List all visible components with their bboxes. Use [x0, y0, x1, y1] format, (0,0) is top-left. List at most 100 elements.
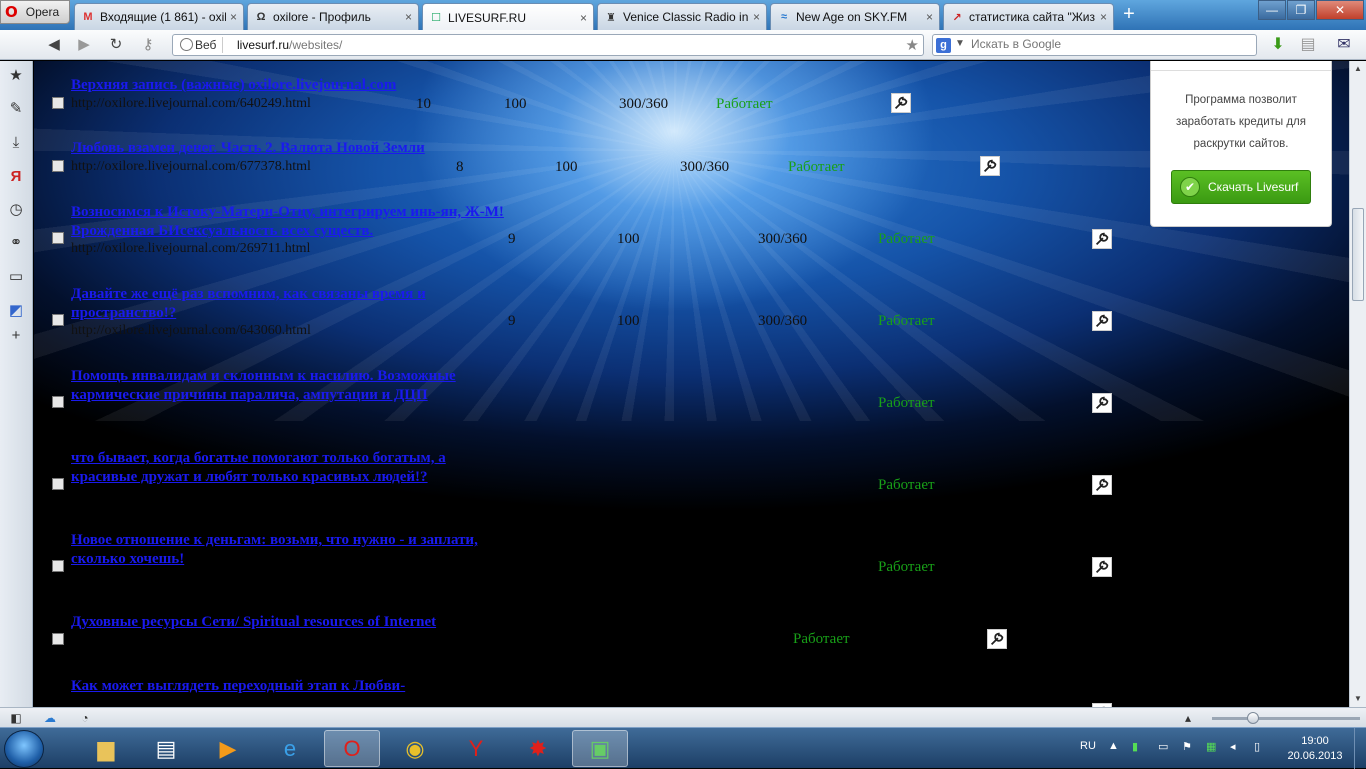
- site-title-link[interactable]: Как может выглядеть переходный этап к Лю…: [71, 677, 511, 696]
- value-c: 300/360: [680, 159, 730, 175]
- show-desktop-button[interactable]: [1354, 728, 1366, 769]
- tab-close-icon[interactable]: ×: [1100, 10, 1107, 24]
- notes-icon[interactable]: ✎: [6, 99, 26, 119]
- chrome-icon[interactable]: ◉: [387, 730, 443, 767]
- wrench-icon[interactable]: [987, 629, 1007, 649]
- language-indicator[interactable]: RU: [1080, 740, 1096, 752]
- page-icon[interactable]: ▤: [1298, 35, 1318, 55]
- minimize-button[interactable]: —: [1258, 0, 1286, 20]
- row-checkbox[interactable]: [52, 633, 64, 645]
- tab-livesurf[interactable]: ☐ LIVESURF.RU ×: [422, 3, 594, 31]
- wrench-icon[interactable]: [1092, 393, 1112, 413]
- tab-close-icon[interactable]: ×: [230, 10, 237, 24]
- close-window-button[interactable]: ✕: [1316, 0, 1364, 20]
- panel-toggle-icon[interactable]: ◧: [8, 710, 24, 726]
- page-view-icon[interactable]: ▴: [1180, 710, 1196, 726]
- power-icon[interactable]: ▯: [1254, 740, 1260, 753]
- site-title-link[interactable]: Любовь взамен денег. Часть 2. Валюта Нов…: [71, 139, 511, 158]
- notepad-icon[interactable]: ▤: [138, 730, 194, 767]
- back-icon[interactable]: ◀: [44, 36, 64, 54]
- chevron-down-icon[interactable]: ▼: [955, 38, 965, 49]
- site-title-link[interactable]: Верхняя запись (важные) oxilore.livejour…: [71, 76, 511, 95]
- key-icon[interactable]: ⚷: [138, 36, 158, 54]
- web-badge[interactable]: Веб: [177, 37, 224, 53]
- yandex-browser-icon[interactable]: Y: [448, 730, 504, 767]
- row-checkbox[interactable]: [52, 560, 64, 572]
- wrench-icon[interactable]: [891, 93, 911, 113]
- scroll-up-icon[interactable]: ▲: [1350, 61, 1366, 77]
- network-icon[interactable]: ▮: [1132, 740, 1138, 753]
- opera-unite-cloud-icon[interactable]: ☁: [42, 710, 58, 726]
- bookmark-star-icon[interactable]: ★: [906, 36, 919, 54]
- new-tab-button[interactable]: +: [1118, 4, 1140, 25]
- row-checkbox[interactable]: [52, 160, 64, 172]
- start-button[interactable]: [4, 730, 44, 768]
- tab-close-icon[interactable]: ×: [580, 11, 587, 25]
- site-title-link[interactable]: Новое отношение к деньгам: возьми, что н…: [71, 531, 511, 569]
- wrench-icon[interactable]: [1092, 475, 1112, 495]
- site-title-link[interactable]: Возносимся к Истоку-Матери-Отцу, интегри…: [71, 203, 511, 241]
- security-icon[interactable]: ▦: [1206, 740, 1216, 753]
- vertical-scrollbar[interactable]: ▲ ▼: [1349, 61, 1366, 707]
- tab-gmail[interactable]: M Входящие (1 861) - oxil... ×: [74, 3, 244, 30]
- tab-close-icon[interactable]: ×: [926, 10, 933, 24]
- download-livesurf-button[interactable]: ✔ Скачать Livesurf: [1171, 170, 1311, 204]
- row-checkbox[interactable]: [52, 478, 64, 490]
- wrench-icon[interactable]: [980, 156, 1000, 176]
- site-url: http://oxilore.livejournal.com/269711.ht…: [71, 241, 311, 256]
- site-title-link[interactable]: Духовные ресурсы Сети/ Spiritual resourc…: [71, 613, 531, 632]
- forward-icon[interactable]: ▶: [74, 36, 94, 54]
- explorer-folder-icon[interactable]: ▆: [78, 730, 134, 767]
- google-icon: g: [936, 38, 951, 53]
- wrench-icon[interactable]: [1092, 557, 1112, 577]
- media-player-icon[interactable]: ▶: [200, 730, 256, 767]
- opera-menu-button[interactable]: O Opera: [0, 0, 70, 24]
- tab-close-icon[interactable]: ×: [753, 10, 760, 24]
- download-icon[interactable]: ⬇: [1268, 35, 1288, 55]
- opera-taskbar-icon[interactable]: O: [324, 730, 380, 767]
- tab-skyfm[interactable]: ≈ New Age on SKY.FM ×: [770, 3, 940, 30]
- site-title-link[interactable]: Давайте же ещё раз вспомним, как связаны…: [71, 285, 511, 323]
- yandex-icon[interactable]: Я: [6, 167, 26, 187]
- widget-icon[interactable]: ◩: [6, 301, 26, 321]
- speed-dial-icon[interactable]: ◔: [77, 710, 93, 726]
- display-icon[interactable]: ▭: [1158, 740, 1168, 753]
- maximize-button[interactable]: ❐: [1287, 0, 1315, 20]
- monitor-app-icon[interactable]: ▣: [572, 730, 628, 767]
- url-field[interactable]: Веб livesurf.ru/websites/ ★: [172, 34, 924, 56]
- mail-icon[interactable]: ✉: [1334, 35, 1354, 55]
- row-checkbox[interactable]: [52, 232, 64, 244]
- search-field[interactable]: g ▼: [932, 34, 1257, 56]
- bookmarks-star-icon[interactable]: ★: [6, 66, 26, 86]
- site-title-link[interactable]: что бывает, когда богатые помогают тольк…: [71, 449, 511, 487]
- reload-icon[interactable]: ↻: [106, 36, 126, 54]
- links-icon[interactable]: ⚭: [6, 233, 26, 253]
- wrench-icon[interactable]: [1092, 229, 1112, 249]
- tab-venice-classic-radio[interactable]: ♜ Venice Classic Radio in ... ×: [597, 3, 767, 30]
- panels-icon[interactable]: ▭: [6, 267, 26, 287]
- splat-app-icon[interactable]: ✸: [510, 730, 566, 767]
- wrench-icon[interactable]: [1092, 311, 1112, 331]
- row-checkbox[interactable]: [52, 396, 64, 408]
- system-clock[interactable]: 19:00 20.06.2013: [1280, 734, 1350, 764]
- tab-close-icon[interactable]: ×: [405, 10, 412, 24]
- tab-site-stats[interactable]: ↗ статистика сайта "Жиз... ×: [943, 3, 1114, 30]
- tray-expand-icon[interactable]: ▲: [1108, 740, 1119, 752]
- scroll-thumb[interactable]: [1352, 208, 1364, 301]
- search-input[interactable]: [971, 37, 1251, 51]
- site-title-link[interactable]: Помощь инвалидам и склонным к насилию. В…: [71, 367, 511, 405]
- url-text[interactable]: livesurf.ru/websites/: [237, 38, 342, 52]
- zoom-slider-knob[interactable]: [1247, 712, 1259, 724]
- volume-icon[interactable]: ◂: [1230, 740, 1236, 753]
- scroll-down-icon[interactable]: ▼: [1350, 691, 1366, 707]
- row-checkbox[interactable]: [52, 314, 64, 326]
- history-clock-icon[interactable]: ◷: [6, 200, 26, 220]
- flag-icon[interactable]: ⚑: [1182, 740, 1192, 753]
- add-panel-icon[interactable]: +: [6, 326, 26, 346]
- downloads-icon[interactable]: ⤓: [6, 133, 26, 153]
- row-checkbox[interactable]: [52, 97, 64, 109]
- zoom-slider-track[interactable]: [1212, 717, 1360, 720]
- tab-oxilore-profile[interactable]: Ω oxilore - Профиль ×: [247, 3, 419, 30]
- table-row: Новое отношение к деньгам: возьми, что н…: [34, 530, 1134, 612]
- internet-explorer-icon[interactable]: e: [262, 730, 318, 767]
